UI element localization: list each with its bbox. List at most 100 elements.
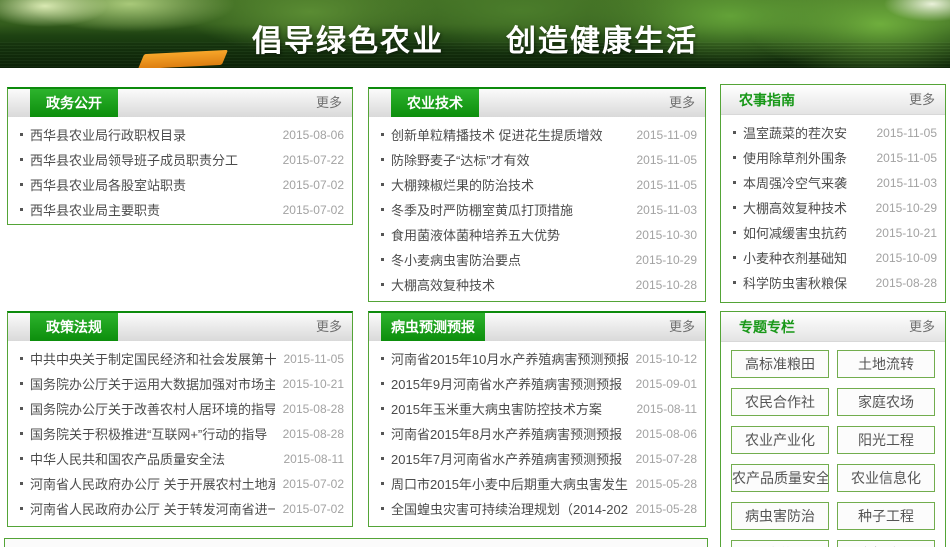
article-link[interactable]: 国务院关于积极推进“互联网+”行动的指导 <box>30 424 275 443</box>
article-link[interactable]: 国务院办公厅关于运用大数据加强对市场主 <box>30 374 275 393</box>
article-link[interactable]: 西华县农业局主要职责 <box>30 200 275 219</box>
article-link[interactable]: 小麦种衣剂基础知 <box>743 248 868 267</box>
topic-button[interactable]: 农机购置 <box>837 540 935 547</box>
article-link[interactable]: 大棚高效复种技术 <box>743 198 868 217</box>
bullet-icon <box>20 183 23 186</box>
article-link[interactable]: 食用菌液体菌种培养五大优势 <box>391 225 628 244</box>
article-link[interactable]: 2015年玉米重大病虫害防控技术方案 <box>391 399 629 418</box>
article-link[interactable]: 冬小麦病虫害防治要点 <box>391 250 628 269</box>
more-link[interactable]: 更多 <box>909 85 935 115</box>
article-date: 2015-10-28 <box>636 278 697 292</box>
list-item: 大棚高效复种技术 2015-10-28 <box>381 272 697 297</box>
article-date: 2015-10-29 <box>636 253 697 267</box>
article-link[interactable]: 国务院办公厅关于改善农村人居环境的指导 <box>30 399 275 418</box>
article-link[interactable]: 西华县农业局行政职权目录 <box>30 125 275 144</box>
list-item: 2015年9月河南省水产养殖病害预测预报2015-09-01 <box>381 371 697 396</box>
article-link[interactable]: 河南省人民政府办公厅 关于转发河南省进一 <box>30 499 275 518</box>
topic-button[interactable]: 阳光工程 <box>837 426 935 454</box>
article-date: 2015-07-02 <box>283 477 344 491</box>
article-date: 2015-08-11 <box>284 452 345 466</box>
article-link[interactable]: 中共中央关于制定国民经济和社会发展第十 <box>30 349 276 368</box>
panel-title-tab: 政务公开 <box>30 89 118 117</box>
more-link[interactable]: 更多 <box>669 89 695 117</box>
bullet-icon <box>733 206 736 209</box>
panel-title: 专题专栏 <box>739 319 795 335</box>
topic-button[interactable]: 种子工程 <box>837 502 935 530</box>
topic-button[interactable]: 配方施肥 <box>731 540 829 547</box>
article-link[interactable]: 本周强冷空气来袭 <box>743 173 869 192</box>
article-link[interactable]: 大棚高效复种技术 <box>391 275 628 294</box>
more-link[interactable]: 更多 <box>669 313 695 341</box>
article-date: 2015-11-03 <box>637 203 698 217</box>
bullet-icon <box>20 382 23 385</box>
bullet-icon <box>381 407 384 410</box>
article-date: 2015-10-21 <box>283 377 344 391</box>
bullet-icon <box>381 133 384 136</box>
topic-button[interactable]: 高标准粮田 <box>731 350 829 378</box>
list-item: 周口市2015年小麦中后期重大病虫害发生趋2015-05-28 <box>381 471 697 496</box>
article-link[interactable]: 2015年7月河南省水产养殖病害预测预报 <box>391 449 628 468</box>
article-link[interactable]: 大棚辣椒烂果的防治技术 <box>391 175 629 194</box>
article-link[interactable]: 创新单粒精播技术 促进花生提质增效 <box>391 125 629 144</box>
article-link[interactable]: 冬季及时严防棚室黄瓜打顶措施 <box>391 200 629 219</box>
article-link[interactable]: 防除野麦子“达标”才有效 <box>391 150 629 169</box>
article-date: 2015-10-12 <box>636 352 697 366</box>
article-date: 2015-10-30 <box>636 228 697 242</box>
panel-header: 病虫预测预报 更多 <box>369 313 705 341</box>
topic-button[interactable]: 病虫害防治 <box>731 502 829 530</box>
article-date: 2015-11-05 <box>877 151 938 165</box>
bullet-icon <box>733 156 736 159</box>
article-link[interactable]: 西华县农业局各股室站职责 <box>30 175 275 194</box>
bullet-icon <box>20 357 23 360</box>
list-item: 防除野麦子“达标”才有效2015-11-05 <box>381 147 697 172</box>
article-link[interactable]: 河南省人民政府办公厅 关于开展农村土地承 <box>30 474 275 493</box>
article-date: 2015-11-05 <box>637 178 698 192</box>
panel-title-tab: 病虫预测预报 <box>381 313 485 341</box>
page: 倡导绿色农业 创造健康生活 政务公开 更多 西华县农业局行政职权目录2015-0… <box>0 0 950 547</box>
topic-button[interactable]: 家庭农场 <box>837 388 935 416</box>
article-link[interactable]: 西华县农业局领导班子成员职责分工 <box>30 150 275 169</box>
article-link[interactable]: 温室蔬菜的茬次安 <box>743 123 869 142</box>
panel-title: 农事指南 <box>739 92 795 108</box>
list-item: 大棚辣椒烂果的防治技术 2015-11-05 <box>381 172 697 197</box>
article-date: 2015-08-11 <box>637 402 698 416</box>
bullet-icon <box>733 131 736 134</box>
topic-button[interactable]: 农民合作社 <box>731 388 829 416</box>
more-link[interactable]: 更多 <box>316 313 342 341</box>
article-list: 西华县农业局行政职权目录2015-08-06西华县农业局领导班子成员职责分工20… <box>8 117 352 222</box>
article-link[interactable]: 周口市2015年小麦中后期重大病虫害发生趋 <box>391 474 628 493</box>
bullet-icon <box>381 283 384 286</box>
topics-button-grid: 高标准粮田土地流转农民合作社家庭农场农业产业化阳光工程农产品质量安全农业信息化病… <box>721 342 945 547</box>
panel-pest-forecast: 病虫预测预报 更多 河南省2015年10月水产养殖病害预测预报 2015-10-1… <box>368 311 706 527</box>
article-link[interactable]: 中华人民共和国农产品质量安全法 <box>30 449 276 468</box>
panel-farming-guide: 农事指南 更多 温室蔬菜的茬次安2015-11-05 使用除草剂外围条 2015-1… <box>720 84 946 303</box>
article-link[interactable]: 全国蝗虫灾害可持续治理规划（2014-2020年 <box>391 499 628 518</box>
article-link[interactable]: 河南省2015年10月水产养殖病害预测预报 <box>391 349 628 368</box>
list-item: 2015年7月河南省水产养殖病害预测预报2015-07-28 <box>381 446 697 471</box>
list-item: 温室蔬菜的茬次安2015-11-05 <box>733 120 937 145</box>
list-item: 如何减缓害虫抗药2015-10-21 <box>733 220 937 245</box>
list-item: 冬小麦病虫害防治要点 2015-10-29 <box>381 247 697 272</box>
article-date: 2015-05-28 <box>636 502 697 516</box>
article-link[interactable]: 科学防虫害秋粮保 <box>743 273 868 292</box>
article-link[interactable]: 河南省2015年8月水产养殖病害预测预报 <box>391 424 628 443</box>
bullet-icon <box>381 183 384 186</box>
topic-button[interactable]: 土地流转 <box>837 350 935 378</box>
topic-button[interactable]: 农产品质量安全 <box>731 464 829 492</box>
article-link[interactable]: 如何减缓害虫抗药 <box>743 223 868 242</box>
panel-header: 农事指南 更多 <box>721 85 945 115</box>
more-link[interactable]: 更多 <box>316 89 342 117</box>
bullet-icon <box>733 256 736 259</box>
list-item: 河南省2015年8月水产养殖病害预测预报2015-08-06 <box>381 421 697 446</box>
topic-button[interactable]: 农业产业化 <box>731 426 829 454</box>
bullet-icon <box>381 158 384 161</box>
article-date: 2015-08-28 <box>283 427 344 441</box>
list-item: 2015年玉米重大病虫害防控技术方案 2015-08-11 <box>381 396 697 421</box>
more-link[interactable]: 更多 <box>909 312 935 342</box>
article-link[interactable]: 2015年9月河南省水产养殖病害预测预报 <box>391 374 628 393</box>
bullet-icon <box>381 432 384 435</box>
list-item: 河南省2015年10月水产养殖病害预测预报 2015-10-12 <box>381 346 697 371</box>
bullet-icon <box>381 382 384 385</box>
topic-button[interactable]: 农业信息化 <box>837 464 935 492</box>
article-link[interactable]: 使用除草剂外围条 <box>743 148 869 167</box>
